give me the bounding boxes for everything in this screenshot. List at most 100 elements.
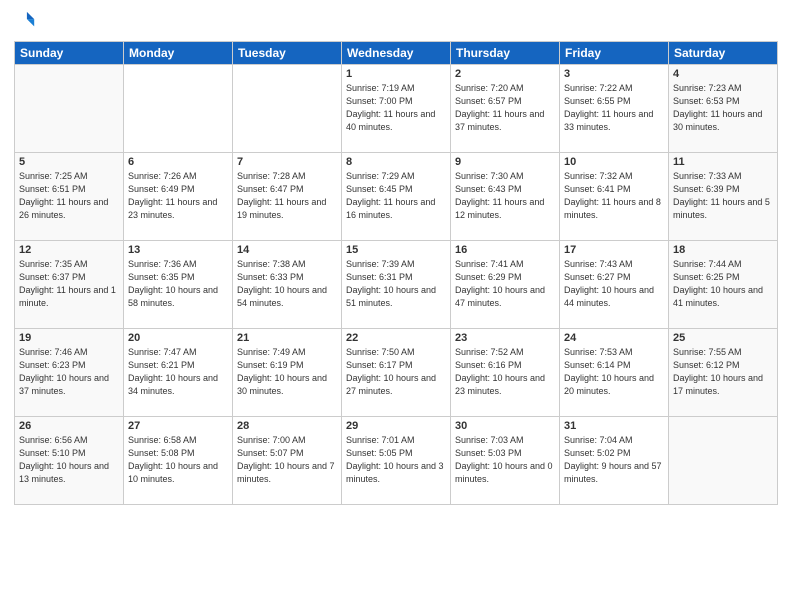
calendar-cell: 17Sunrise: 7:43 AM Sunset: 6:27 PM Dayli… xyxy=(560,241,669,329)
calendar-cell: 26 Sunrise: 6:56 AM Sunset: 5:10 PM Dayli… xyxy=(15,417,124,505)
header xyxy=(14,10,778,35)
calendar-cell: 14Sunrise: 7:38 AM Sunset: 6:33 PM Dayli… xyxy=(233,241,342,329)
cell-info: Sunrise: 7:04 AM Sunset: 5:02 PM Dayligh… xyxy=(564,434,664,486)
day-number: 27 xyxy=(128,420,228,432)
calendar-cell: 10 Sunrise: 7:32 AM Sunset: 6:41 PM Dayli… xyxy=(560,153,669,241)
calendar-cell: 12Sunrise: 7:35 AM Sunset: 6:37 PM Dayli… xyxy=(15,241,124,329)
calendar-cell: 18Sunrise: 7:44 AM Sunset: 6:25 PM Dayli… xyxy=(669,241,778,329)
cell-info: Sunrise: 7:38 AM Sunset: 6:33 PM Dayligh… xyxy=(237,258,337,310)
day-number: 9 xyxy=(455,156,555,168)
day-number: 15 xyxy=(346,244,446,256)
calendar-cell xyxy=(669,417,778,505)
day-header-wednesday: Wednesday xyxy=(342,42,451,65)
day-header-monday: Monday xyxy=(124,42,233,65)
day-number: 26 xyxy=(19,420,119,432)
calendar-body: 1 Sunrise: 7:19 AM Sunset: 7:00 PM Daylig… xyxy=(15,65,778,505)
day-number: 6 xyxy=(128,156,228,168)
day-number: 29 xyxy=(346,420,446,432)
calendar-cell: 11 Sunrise: 7:33 AM Sunset: 6:39 PM Dayli… xyxy=(669,153,778,241)
day-number: 21 xyxy=(237,332,337,344)
day-number: 20 xyxy=(128,332,228,344)
calendar-cell: 29 Sunrise: 7:01 AM Sunset: 5:05 PM Dayli… xyxy=(342,417,451,505)
calendar-cell: 1 Sunrise: 7:19 AM Sunset: 7:00 PM Daylig… xyxy=(342,65,451,153)
cell-info: Sunrise: 7:32 AM Sunset: 6:41 PM Dayligh… xyxy=(564,170,664,222)
day-header-tuesday: Tuesday xyxy=(233,42,342,65)
calendar-cell: 7 Sunrise: 7:28 AM Sunset: 6:47 PM Daylig… xyxy=(233,153,342,241)
cell-info: Sunrise: 7:19 AM Sunset: 7:00 PM Dayligh… xyxy=(346,82,446,134)
day-number: 19 xyxy=(19,332,119,344)
day-number: 16 xyxy=(455,244,555,256)
calendar-cell: 8 Sunrise: 7:29 AM Sunset: 6:45 PM Daylig… xyxy=(342,153,451,241)
cell-info: Sunrise: 7:44 AM Sunset: 6:25 PM Dayligh… xyxy=(673,258,773,310)
calendar-cell: 3 Sunrise: 7:22 AM Sunset: 6:55 PM Daylig… xyxy=(560,65,669,153)
calendar-cell: 13 Sunrise: 7:36 AM Sunset: 6:35 PM Dayli… xyxy=(124,241,233,329)
cell-info: Sunrise: 7:28 AM Sunset: 6:47 PM Dayligh… xyxy=(237,170,337,222)
cell-info: Sunrise: 7:29 AM Sunset: 6:45 PM Dayligh… xyxy=(346,170,446,222)
day-number: 22 xyxy=(346,332,446,344)
day-header-thursday: Thursday xyxy=(451,42,560,65)
calendar-cell: 28 Sunrise: 7:00 AM Sunset: 5:07 PM Dayli… xyxy=(233,417,342,505)
cell-info: Sunrise: 7:53 AM Sunset: 6:14 PM Dayligh… xyxy=(564,346,664,398)
page: SundayMondayTuesdayWednesdayThursdayFrid… xyxy=(0,0,792,612)
calendar-cell: 15 Sunrise: 7:39 AM Sunset: 6:31 PM Dayli… xyxy=(342,241,451,329)
day-number: 3 xyxy=(564,68,664,80)
calendar-cell: 20 Sunrise: 7:47 AM Sunset: 6:21 PM Dayli… xyxy=(124,329,233,417)
day-number: 1 xyxy=(346,68,446,80)
calendar-cell: 4Sunrise: 7:23 AM Sunset: 6:53 PM Daylig… xyxy=(669,65,778,153)
cell-info: Sunrise: 7:00 AM Sunset: 5:07 PM Dayligh… xyxy=(237,434,337,486)
calendar-cell: 6 Sunrise: 7:26 AM Sunset: 6:49 PM Daylig… xyxy=(124,153,233,241)
cell-info: Sunrise: 7:43 AM Sunset: 6:27 PM Dayligh… xyxy=(564,258,664,310)
day-number: 23 xyxy=(455,332,555,344)
calendar-cell xyxy=(15,65,124,153)
day-number: 8 xyxy=(346,156,446,168)
week-row-3: 12Sunrise: 7:35 AM Sunset: 6:37 PM Dayli… xyxy=(15,241,778,329)
cell-info: Sunrise: 7:30 AM Sunset: 6:43 PM Dayligh… xyxy=(455,170,555,222)
cell-info: Sunrise: 6:58 AM Sunset: 5:08 PM Dayligh… xyxy=(128,434,228,486)
cell-info: Sunrise: 7:01 AM Sunset: 5:05 PM Dayligh… xyxy=(346,434,446,486)
calendar-cell: 16Sunrise: 7:41 AM Sunset: 6:29 PM Dayli… xyxy=(451,241,560,329)
calendar-cell xyxy=(124,65,233,153)
cell-info: Sunrise: 7:26 AM Sunset: 6:49 PM Dayligh… xyxy=(128,170,228,222)
week-row-2: 5 Sunrise: 7:25 AM Sunset: 6:51 PM Daylig… xyxy=(15,153,778,241)
day-number: 30 xyxy=(455,420,555,432)
calendar-cell: 25 Sunrise: 7:55 AM Sunset: 6:12 PM Dayli… xyxy=(669,329,778,417)
calendar-cell xyxy=(233,65,342,153)
calendar-cell: 9 Sunrise: 7:30 AM Sunset: 6:43 PM Daylig… xyxy=(451,153,560,241)
calendar-cell: 23 Sunrise: 7:52 AM Sunset: 6:16 PM Dayli… xyxy=(451,329,560,417)
cell-info: Sunrise: 7:47 AM Sunset: 6:21 PM Dayligh… xyxy=(128,346,228,398)
calendar-table: SundayMondayTuesdayWednesdayThursdayFrid… xyxy=(14,41,778,505)
calendar-cell: 27 Sunrise: 6:58 AM Sunset: 5:08 PM Dayli… xyxy=(124,417,233,505)
cell-info: Sunrise: 7:52 AM Sunset: 6:16 PM Dayligh… xyxy=(455,346,555,398)
logo xyxy=(14,10,36,35)
cell-info: Sunrise: 7:22 AM Sunset: 6:55 PM Dayligh… xyxy=(564,82,664,134)
day-header-saturday: Saturday xyxy=(669,42,778,65)
day-number: 12 xyxy=(19,244,119,256)
day-number: 10 xyxy=(564,156,664,168)
calendar-cell: 2Sunrise: 7:20 AM Sunset: 6:57 PM Daylig… xyxy=(451,65,560,153)
cell-info: Sunrise: 7:50 AM Sunset: 6:17 PM Dayligh… xyxy=(346,346,446,398)
cell-info: Sunrise: 7:33 AM Sunset: 6:39 PM Dayligh… xyxy=(673,170,773,222)
cell-info: Sunrise: 7:49 AM Sunset: 6:19 PM Dayligh… xyxy=(237,346,337,398)
day-number: 28 xyxy=(237,420,337,432)
day-number: 7 xyxy=(237,156,337,168)
cell-info: Sunrise: 7:20 AM Sunset: 6:57 PM Dayligh… xyxy=(455,82,555,134)
day-number: 24 xyxy=(564,332,664,344)
cell-info: Sunrise: 7:25 AM Sunset: 6:51 PM Dayligh… xyxy=(19,170,119,222)
day-number: 31 xyxy=(564,420,664,432)
day-number: 13 xyxy=(128,244,228,256)
cell-info: Sunrise: 6:56 AM Sunset: 5:10 PM Dayligh… xyxy=(19,434,119,486)
day-number: 4 xyxy=(673,68,773,80)
calendar-cell: 5 Sunrise: 7:25 AM Sunset: 6:51 PM Daylig… xyxy=(15,153,124,241)
day-header-sunday: Sunday xyxy=(15,42,124,65)
calendar-cell: 30Sunrise: 7:03 AM Sunset: 5:03 PM Dayli… xyxy=(451,417,560,505)
cell-info: Sunrise: 7:46 AM Sunset: 6:23 PM Dayligh… xyxy=(19,346,119,398)
day-number: 5 xyxy=(19,156,119,168)
day-number: 25 xyxy=(673,332,773,344)
day-number: 11 xyxy=(673,156,773,168)
cell-info: Sunrise: 7:39 AM Sunset: 6:31 PM Dayligh… xyxy=(346,258,446,310)
cell-info: Sunrise: 7:36 AM Sunset: 6:35 PM Dayligh… xyxy=(128,258,228,310)
week-row-4: 19 Sunrise: 7:46 AM Sunset: 6:23 PM Dayli… xyxy=(15,329,778,417)
week-row-1: 1 Sunrise: 7:19 AM Sunset: 7:00 PM Daylig… xyxy=(15,65,778,153)
calendar-cell: 24 Sunrise: 7:53 AM Sunset: 6:14 PM Dayli… xyxy=(560,329,669,417)
cell-info: Sunrise: 7:55 AM Sunset: 6:12 PM Dayligh… xyxy=(673,346,773,398)
